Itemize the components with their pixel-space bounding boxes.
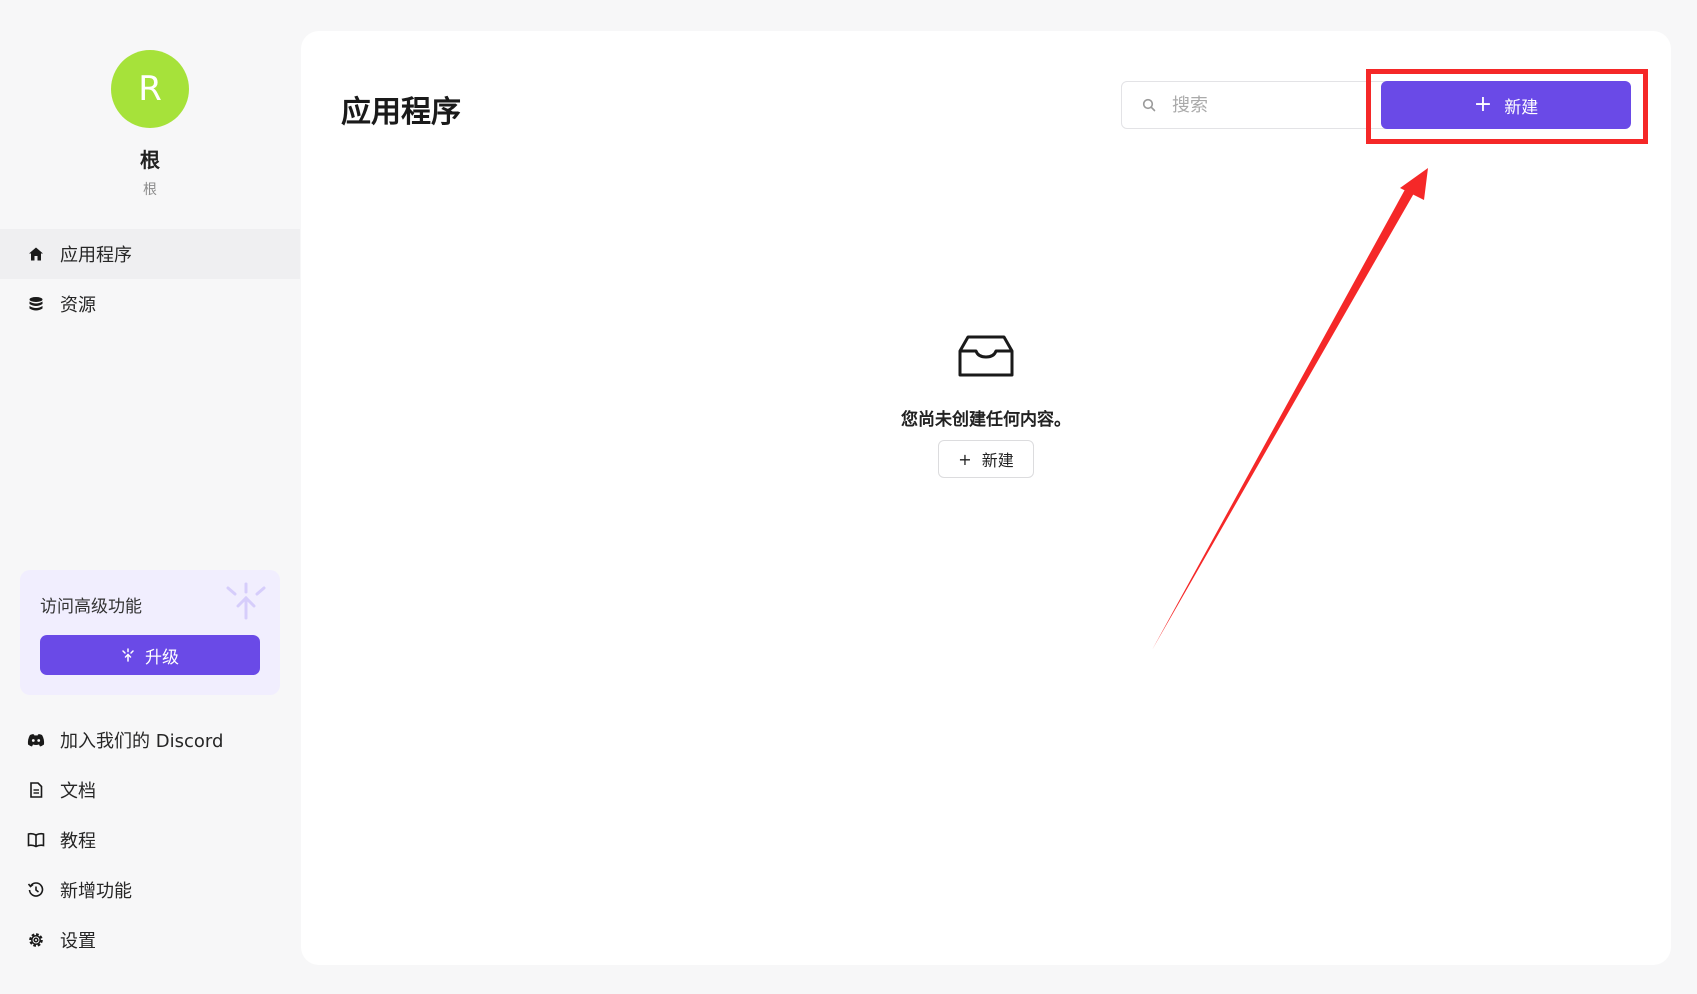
empty-state-new-button-label: 新建 bbox=[981, 451, 1014, 470]
profile: R 根 根 bbox=[0, 50, 300, 199]
gear-icon bbox=[26, 930, 46, 950]
history-icon bbox=[26, 880, 46, 900]
sidebar-bottom-nav: 加入我们的 Discord 文档 教程 新增功能 设置 bbox=[0, 715, 300, 965]
sidebar-item-label: 资源 bbox=[60, 295, 96, 316]
plus-icon: + bbox=[958, 449, 972, 469]
upgrade-card: 访问高级功能 升级 bbox=[20, 570, 280, 695]
main-panel: 应用程序 + 新建 您尚未创建任何内容。 + 新建 bbox=[301, 31, 1671, 965]
sidebar-item-label: 文档 bbox=[60, 781, 96, 802]
sidebar: R 根 根 应用程序 资源 访问高级功能 升级 加入我们的 Discord 文档… bbox=[0, 0, 300, 994]
sidebar-item-resources[interactable]: 资源 bbox=[0, 279, 300, 329]
sidebar-item-whats-new[interactable]: 新增功能 bbox=[0, 865, 300, 915]
sparkle-icon bbox=[121, 648, 135, 662]
inbox-icon bbox=[861, 333, 1111, 383]
sidebar-item-discord[interactable]: 加入我们的 Discord bbox=[0, 715, 300, 765]
sidebar-item-docs[interactable]: 文档 bbox=[0, 765, 300, 815]
sidebar-item-label: 应用程序 bbox=[60, 245, 132, 266]
empty-state-new-button[interactable]: + 新建 bbox=[938, 440, 1034, 478]
app: R 根 根 应用程序 资源 访问高级功能 升级 加入我们的 Discord 文档… bbox=[0, 0, 1697, 994]
avatar[interactable]: R bbox=[111, 50, 189, 128]
discord-icon bbox=[26, 730, 46, 750]
sidebar-item-settings[interactable]: 设置 bbox=[0, 915, 300, 965]
upgrade-button[interactable]: 升级 bbox=[40, 635, 260, 675]
search-box[interactable] bbox=[1121, 81, 1391, 129]
sidebar-item-label: 设置 bbox=[60, 931, 96, 952]
page-title: 应用程序 bbox=[341, 95, 461, 130]
sidebar-item-applications[interactable]: 应用程序 bbox=[0, 229, 300, 279]
sidebar-item-tutorials[interactable]: 教程 bbox=[0, 815, 300, 865]
sidebar-item-label: 新增功能 bbox=[60, 881, 132, 902]
upgrade-title: 访问高级功能 bbox=[40, 597, 142, 617]
document-icon bbox=[26, 780, 46, 800]
sparkle-arrow-icon bbox=[222, 580, 270, 624]
home-icon bbox=[26, 244, 46, 264]
profile-subtitle: 根 bbox=[143, 182, 157, 198]
search-icon bbox=[1142, 98, 1156, 112]
sidebar-item-label: 教程 bbox=[60, 831, 96, 852]
annotation-highlight-box bbox=[1366, 69, 1648, 144]
book-icon bbox=[26, 830, 46, 850]
sidebar-nav: 应用程序 资源 bbox=[0, 229, 300, 329]
database-icon bbox=[26, 294, 46, 314]
empty-state: 您尚未创建任何内容。 + 新建 bbox=[861, 333, 1111, 478]
upgrade-button-label: 升级 bbox=[145, 647, 179, 668]
sidebar-item-label: 加入我们的 Discord bbox=[60, 731, 224, 752]
profile-name: 根 bbox=[140, 148, 160, 172]
search-input[interactable] bbox=[1170, 93, 1364, 117]
empty-state-message: 您尚未创建任何内容。 bbox=[901, 410, 1071, 430]
